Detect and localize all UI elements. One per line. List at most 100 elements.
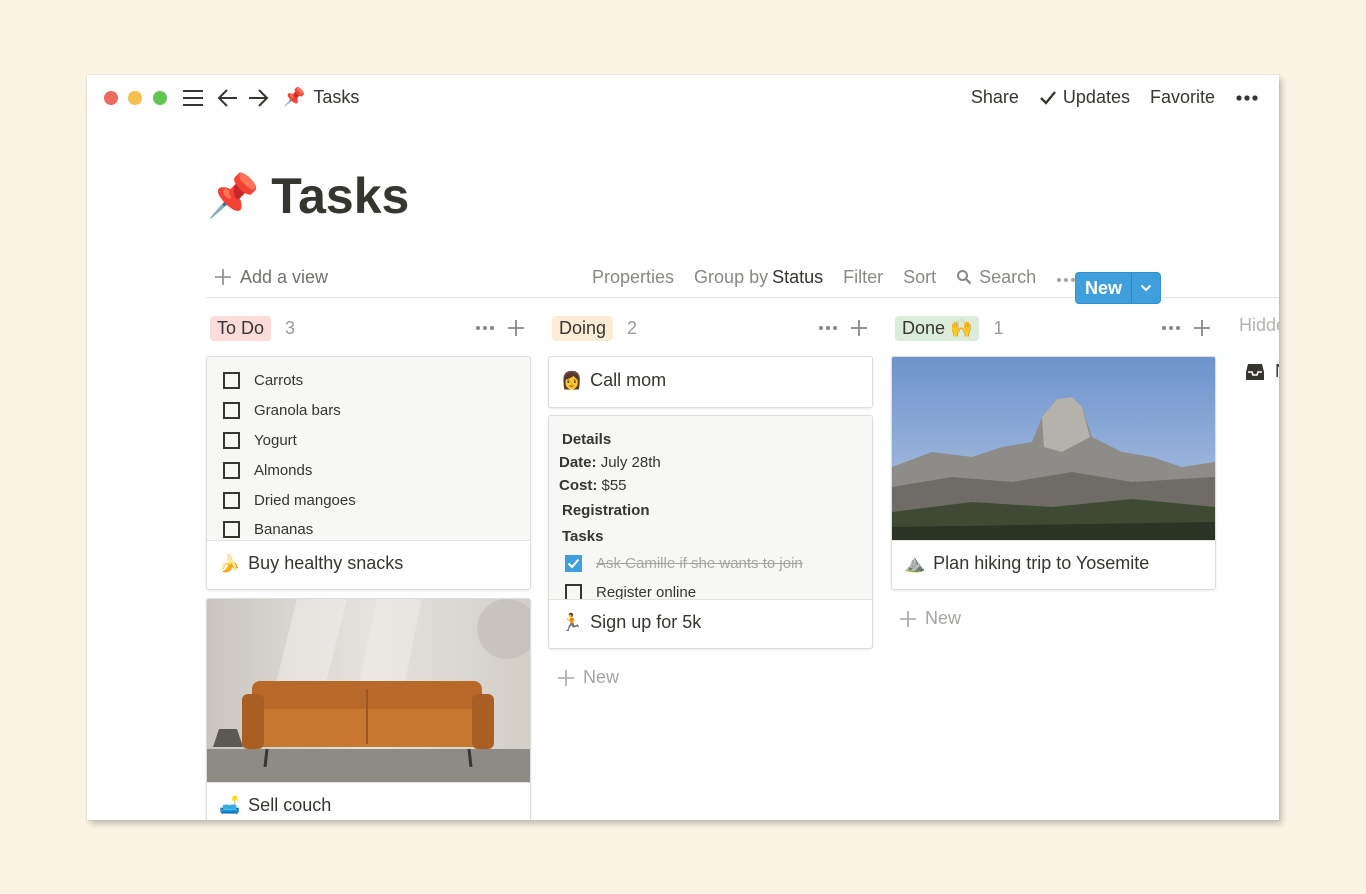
maximize-window-button[interactable] — [153, 91, 167, 105]
hidden-groups-header[interactable]: Hidde — [1239, 315, 1279, 336]
column-tools-todo — [475, 315, 525, 341]
card-cover-image — [892, 357, 1215, 541]
couch-photo — [207, 599, 530, 782]
plus-icon — [558, 669, 574, 686]
close-window-button[interactable] — [104, 91, 118, 105]
column-header-todo[interactable]: To Do 3 — [210, 315, 295, 341]
group-by-button[interactable]: Group by Status — [694, 267, 823, 288]
search-button[interactable]: Search — [956, 267, 1036, 288]
column-header-done[interactable]: Done 🙌 1 — [895, 315, 1003, 341]
breadcrumb[interactable]: 📌 Tasks — [283, 87, 359, 108]
tasks-heading-text: Tasks — [562, 528, 604, 545]
more-options-button[interactable] — [1235, 94, 1259, 102]
minimize-window-button[interactable] — [128, 91, 142, 105]
add-new-label: New — [925, 608, 962, 628]
registration-heading-text: Registration — [562, 502, 650, 519]
checkbox[interactable] — [223, 432, 240, 449]
share-button[interactable]: Share — [971, 87, 1019, 108]
forward-arrow-icon[interactable] — [247, 86, 269, 110]
card-cover-image — [207, 599, 530, 783]
column-tools-done — [1161, 315, 1211, 341]
card-title: 🏃 Sign up for 5k — [561, 612, 701, 633]
checkbox[interactable] — [565, 584, 582, 599]
card-sign-up-for-5k[interactable]: Details Date: July 28th Cost: $55 Regist… — [548, 415, 873, 649]
hamburger-menu-icon[interactable] — [181, 86, 205, 110]
card-call-mom[interactable]: 👩 Call mom — [548, 356, 873, 408]
column-add-icon[interactable] — [850, 319, 868, 337]
chevron-down-icon — [1140, 284, 1152, 292]
checkmark-icon — [567, 558, 580, 569]
group-by-prefix: Group by — [694, 266, 769, 287]
add-view-button[interactable]: Add a view — [214, 257, 328, 297]
checkbox[interactable] — [223, 492, 240, 509]
sort-button[interactable]: Sort — [903, 267, 936, 288]
breadcrumb-title: Tasks — [313, 87, 360, 107]
checkbox[interactable] — [223, 462, 240, 479]
couch-icon: 🛋️ — [219, 795, 241, 815]
cost-row: Cost: $55 — [559, 477, 627, 494]
more-dots-icon — [1236, 94, 1258, 101]
banana-icon: 🍌 — [219, 553, 241, 573]
todo-text: Ask Camille if she wants to join — [596, 555, 803, 572]
column-count: 2 — [627, 317, 638, 338]
card-title: 👩 Call mom — [561, 370, 666, 391]
column-more-icon[interactable] — [818, 325, 838, 331]
new-dropdown-button[interactable] — [1132, 284, 1160, 292]
todo-text: Granola bars — [254, 402, 341, 419]
yosemite-photo — [892, 357, 1215, 540]
column-more-icon[interactable] — [475, 325, 495, 331]
view-actions: Properties Group by Status Filter Sort Se… — [592, 257, 1096, 297]
card-title-text: Plan hiking trip to Yosemite — [933, 553, 1150, 573]
pushpin-icon: 📌 — [207, 171, 260, 219]
card-sell-couch[interactable]: 🛋️ Sell couch — [206, 598, 531, 820]
page-title: 📌 Tasks — [207, 167, 409, 225]
card-title: 🍌 Buy healthy snacks — [219, 553, 403, 574]
page-title-text[interactable]: Tasks — [271, 167, 409, 225]
filter-button[interactable]: Filter — [843, 267, 883, 288]
hidden-item-label: N — [1275, 361, 1279, 382]
column-count: 3 — [285, 317, 296, 338]
checkbox[interactable] — [223, 372, 240, 389]
todo-text: Carrots — [254, 372, 304, 389]
add-new-card-doing[interactable]: New — [557, 667, 619, 688]
search-icon — [957, 270, 972, 285]
checkmark-icon — [1040, 90, 1056, 105]
column-add-icon[interactable] — [1193, 319, 1211, 337]
checkbox-checked[interactable] — [565, 555, 582, 572]
column-more-icon[interactable] — [1161, 325, 1181, 331]
column-add-icon[interactable] — [507, 319, 525, 337]
column-header-doing[interactable]: Doing 2 — [552, 315, 637, 341]
pushpin-icon: 📌 — [283, 87, 306, 107]
updates-button[interactable]: Updates — [1039, 87, 1130, 108]
tasks-heading: Tasks — [562, 528, 603, 545]
new-button-label: New — [1084, 277, 1122, 298]
view-more-button[interactable] — [1056, 267, 1076, 288]
add-new-card-done[interactable]: New — [899, 608, 961, 629]
todo-item: Dried mangoes — [223, 492, 356, 509]
card-plan-hiking-trip[interactable]: ⛰️ Plan hiking trip to Yosemite — [891, 356, 1216, 590]
todo-text: Almonds — [254, 462, 313, 479]
app-window: 📌 Tasks Share Updates Favorite 📌 Tasks A… — [87, 75, 1279, 820]
cost-label: Cost: — [559, 477, 598, 494]
todo-item: Bananas — [223, 521, 313, 538]
todo-text: Dried mangoes — [254, 492, 356, 509]
inbox-icon — [1246, 363, 1264, 380]
favorite-button[interactable]: Favorite — [1150, 87, 1215, 108]
todo-item: Almonds — [223, 462, 312, 479]
todo-item: Carrots — [223, 372, 303, 389]
cost-value: $55 — [601, 477, 627, 494]
hidden-group-item[interactable]: N — [1245, 361, 1279, 382]
date-value: July 28th — [600, 454, 661, 471]
properties-button[interactable]: Properties — [592, 267, 674, 288]
card-title: 🛋️ Sell couch — [219, 795, 331, 816]
card-buy-healthy-snacks[interactable]: Carrots Granola bars Yogurt Almonds Drie… — [206, 356, 531, 590]
card-title-text: Sign up for 5k — [590, 612, 702, 632]
new-page-button[interactable]: New — [1075, 272, 1161, 304]
checkbox[interactable] — [223, 402, 240, 419]
back-arrow-icon[interactable] — [217, 86, 239, 110]
card-title: ⛰️ Plan hiking trip to Yosemite — [904, 553, 1149, 574]
checkbox[interactable] — [223, 521, 240, 538]
todo-item: Granola bars — [223, 402, 341, 419]
more-dots-icon — [1057, 277, 1076, 282]
todo-text: Yogurt — [254, 432, 297, 449]
